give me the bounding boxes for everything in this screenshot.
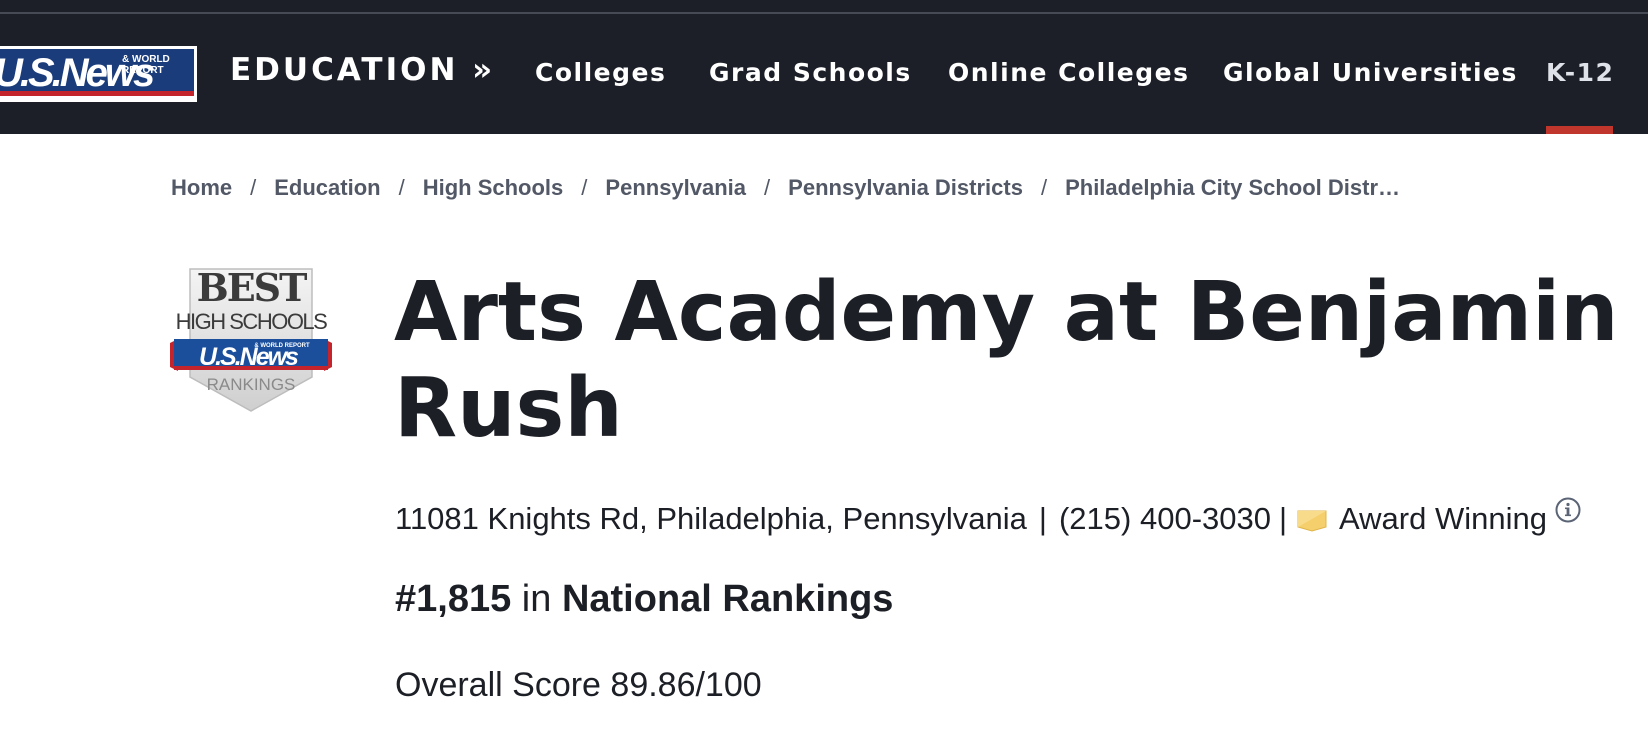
school-name-title: Arts Academy at Benjamin Rush [394, 265, 1619, 456]
nav-education-title[interactable]: EDUCATION » [230, 52, 495, 88]
overall-score: Overall Score 89.86/100 [395, 666, 762, 704]
breadcrumb-high-schools[interactable]: High Schools [423, 175, 564, 200]
usnews-logo[interactable]: U.S.News & WORLD REPORT [0, 46, 197, 102]
breadcrumb-separator: / [581, 175, 588, 200]
national-rank: #1,815 in National Rankings [395, 578, 893, 621]
logo-subtext: & WORLD REPORT [122, 54, 170, 76]
breadcrumb-separator: / [398, 175, 405, 200]
breadcrumb-separator: / [764, 175, 771, 200]
nav-link-online-colleges[interactable]: Online Colleges [948, 58, 1190, 87]
badge-rankings: RANKINGS [207, 375, 296, 394]
award-ribbon-icon [1297, 510, 1327, 532]
logo-background: U.S.News & WORLD REPORT [0, 49, 194, 96]
best-high-schools-badge: BEST HIGH SCHOOLS U.S.News & WORLD REPOR… [170, 265, 332, 413]
breadcrumb-pennsylvania[interactable]: Pennsylvania [605, 175, 746, 200]
nav-link-k12[interactable]: K-12 [1546, 58, 1614, 87]
nav-active-indicator [1546, 126, 1613, 134]
school-phone[interactable]: (215) 400-3030 [1059, 501, 1271, 536]
info-icon[interactable] [1555, 497, 1581, 523]
breadcrumb-education[interactable]: Education [274, 175, 380, 200]
rank-list-link[interactable]: National Rankings [562, 578, 894, 620]
badge-high-schools: HIGH SCHOOLS [176, 309, 328, 334]
breadcrumb-separator: / [1040, 175, 1048, 200]
breadcrumb-pennsylvania-districts[interactable]: Pennsylvania Districts [788, 175, 1023, 200]
nav-link-global-universities[interactable]: Global Universities [1223, 58, 1518, 87]
nav-link-colleges[interactable]: Colleges [535, 58, 666, 87]
header-divider [0, 12, 1648, 14]
separator: | [1038, 501, 1047, 536]
school-address: 11081 Knights Rd, Philadelphia, Pennsylv… [395, 501, 1027, 536]
breadcrumb-separator: / [250, 175, 257, 200]
logo-red-stripe [0, 91, 194, 96]
school-contact-line: 11081 Knights Rd, Philadelphia, Pennsylv… [395, 497, 1581, 537]
breadcrumb: Home / Education / High Schools / Pennsylvania… [171, 175, 1400, 201]
rank-in: in [521, 578, 552, 620]
badge-best: BEST [197, 267, 308, 310]
award-winning-label: Award Winning [1339, 501, 1547, 536]
breadcrumb-philadelphia-district[interactable]: Philadelphia City School Distr… [1065, 175, 1400, 200]
badge-world-report: & WORLD REPORT [254, 343, 310, 349]
rank-number: #1,815 [395, 578, 512, 620]
nav-link-grad-schools[interactable]: Grad Schools [709, 58, 912, 87]
breadcrumb-home[interactable]: Home [171, 175, 232, 200]
separator: | [1278, 501, 1288, 536]
